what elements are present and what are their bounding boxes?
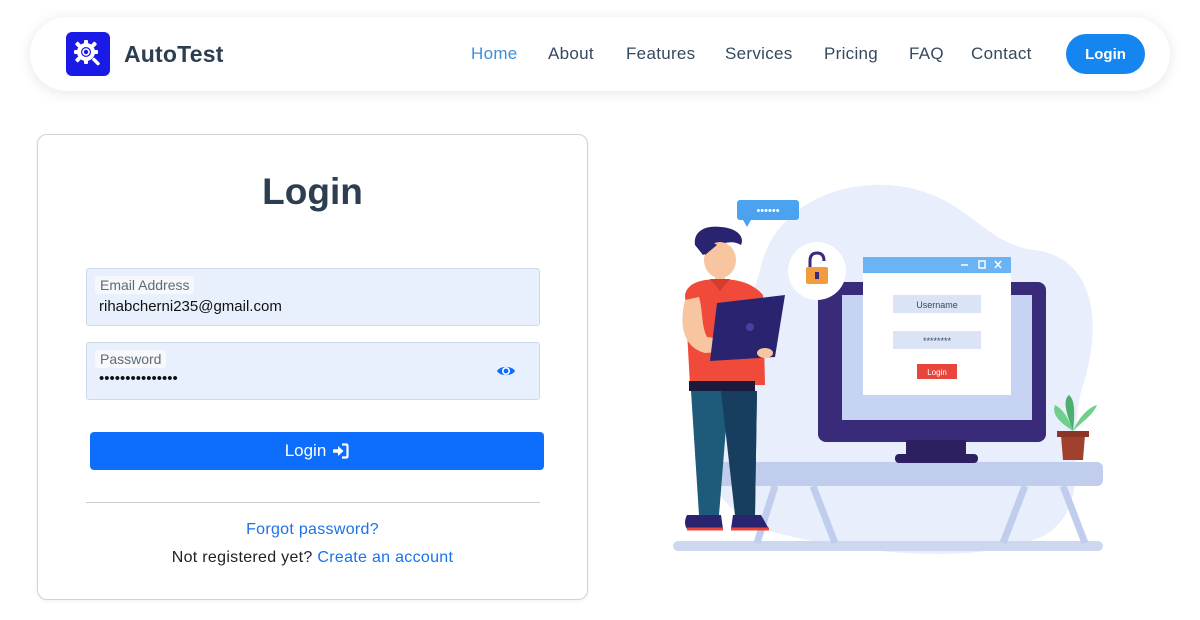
email-label: Email Address (95, 276, 195, 294)
login-title: Login (262, 171, 363, 212)
nav-link-pricing[interactable]: Pricing (824, 44, 878, 64)
nav-link-features[interactable]: Features (626, 44, 696, 64)
laptop-logo-icon (746, 323, 754, 331)
desk-top (715, 462, 1103, 486)
speech-bubble-text: •••••• (756, 205, 779, 217)
eye-icon[interactable] (496, 361, 516, 381)
password-field[interactable]: Password (86, 342, 540, 400)
nav-login-button[interactable]: Login (1066, 34, 1145, 74)
password-label: Password (95, 350, 167, 368)
nav-link-home[interactable]: Home (471, 44, 518, 64)
plant-pot-rim (1057, 431, 1089, 437)
nav-link-contact[interactable]: Contact (971, 44, 1032, 64)
plant-pot (1061, 435, 1085, 460)
sign-in-icon (333, 443, 349, 459)
navbar: AutoTest Home About Features Services Pr… (30, 17, 1170, 91)
speech-bubble-tail (743, 220, 751, 227)
brand-name: AutoTest (124, 40, 224, 67)
monitor-stand (906, 440, 966, 456)
brand[interactable]: AutoTest (66, 32, 224, 76)
email-input[interactable] (99, 296, 479, 316)
login-submit-button[interactable]: Login (90, 432, 544, 470)
window-titlebar (863, 257, 1011, 273)
login-card: Login Email Address Password Login Forgo… (37, 134, 588, 600)
padlock-keyhole (815, 272, 819, 279)
create-account-link[interactable]: Create an account (317, 549, 453, 566)
floor-line (673, 541, 1103, 551)
person-belt (689, 381, 755, 391)
window-username-label: Username (916, 300, 958, 310)
nav-link-about[interactable]: About (548, 44, 594, 64)
login-submit-label: Login (284, 441, 327, 460)
email-field[interactable]: Email Address (86, 268, 540, 326)
monitor-base (895, 454, 978, 463)
gear-search-icon (66, 32, 110, 76)
login-illustration: Username ******** Login •••••• (673, 184, 1103, 554)
person-left-shoe (685, 515, 723, 529)
window-password-mask: ******** (923, 336, 952, 346)
password-input[interactable] (99, 368, 479, 388)
nav-link-faq[interactable]: FAQ (909, 44, 944, 64)
window-login-label: Login (927, 368, 947, 377)
forgot-password-link[interactable]: Forgot password? (38, 521, 587, 539)
register-prompt: Not registered yet? (171, 549, 313, 566)
register-line: Not registered yet? Create an account (38, 549, 587, 567)
nav-link-services[interactable]: Services (725, 44, 793, 64)
person-hand (757, 348, 773, 358)
form-divider (86, 502, 540, 503)
